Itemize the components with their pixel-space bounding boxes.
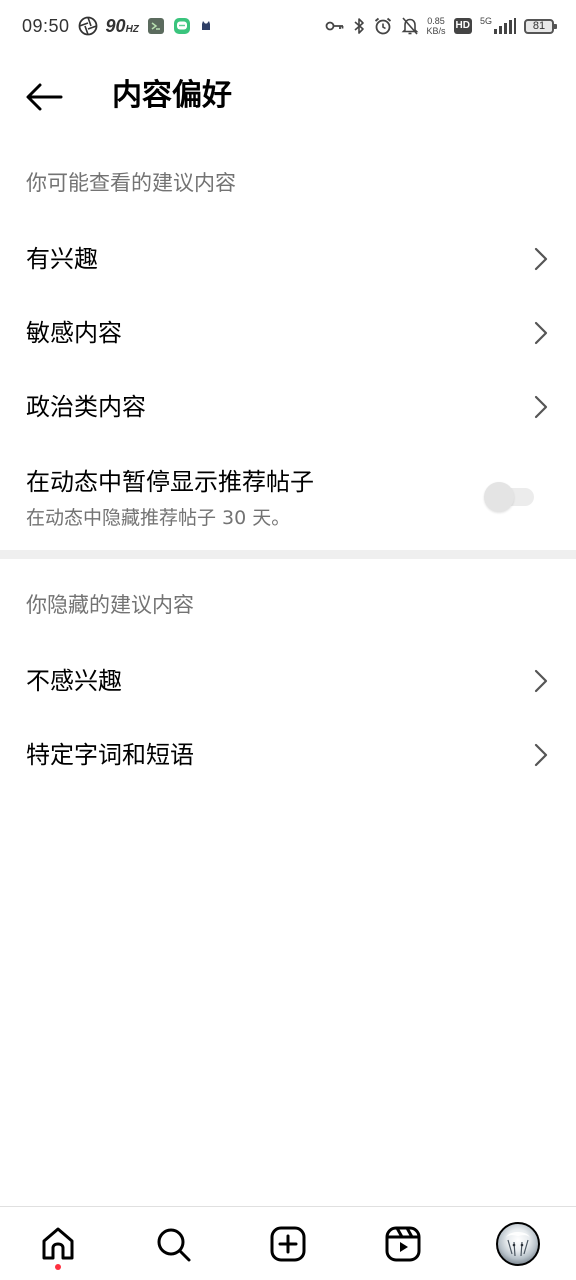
create-post-icon <box>270 1226 306 1261</box>
back-button[interactable] <box>20 74 68 120</box>
pause-suggested-posts-toggle[interactable] <box>484 482 534 512</box>
key-icon <box>325 19 345 33</box>
nav-home[interactable] <box>30 1216 86 1272</box>
game-app-icon <box>147 17 165 35</box>
nav-profile[interactable] <box>490 1216 546 1272</box>
status-bar-right: 0.85 KB/s HD 5G 81 <box>325 16 557 36</box>
section-heading-hidden: 你隐藏的建议内容 <box>26 593 194 617</box>
row-pause-suggested-posts: 在动态中暂停显示推荐帖子 在动态中隐藏推荐帖子 30 天。 <box>0 455 576 545</box>
chevron-right-icon <box>534 247 548 271</box>
hd-badge: HD <box>453 18 472 34</box>
nav-search[interactable] <box>145 1216 201 1272</box>
refresh-rate-value: 90 <box>105 15 126 36</box>
back-arrow-icon <box>26 83 63 111</box>
status-bar-left: 09:50 90HZ <box>22 16 213 37</box>
row-label: 有兴趣 <box>26 245 98 273</box>
avatar-image <box>506 1231 531 1256</box>
row-label: 不感兴趣 <box>26 667 122 695</box>
signal-bars-icon <box>494 18 516 34</box>
refresh-rate-unit: HZ <box>125 23 139 35</box>
bluetooth-icon <box>353 17 365 35</box>
section-divider <box>0 550 576 559</box>
status-bar: 09:50 90HZ 0.85 KB/s HD 5G 81 <box>0 0 576 52</box>
network-speed-value: 0.85 <box>427 16 445 26</box>
profile-avatar <box>496 1221 541 1266</box>
battery-indicator: 81 <box>524 18 557 34</box>
chevron-right-icon <box>534 669 548 693</box>
toggle-title: 在动态中暂停显示推荐帖子 <box>26 468 314 496</box>
row-label: 政治类内容 <box>26 393 146 421</box>
home-icon <box>42 1227 74 1259</box>
page-title: 内容偏好 <box>112 78 232 113</box>
section-heading-suggested: 你可能查看的建议内容 <box>26 171 236 195</box>
network-type: 5G <box>479 16 492 26</box>
chevron-right-icon <box>534 321 548 345</box>
network-speed-unit: KB/s <box>426 26 446 36</box>
alarm-icon <box>373 16 393 36</box>
mute-bell-icon <box>401 16 419 36</box>
toggle-subtitle: 在动态中隐藏推荐帖子 30 天。 <box>26 507 291 529</box>
row-specific-words[interactable]: 特定字词和短语 <box>0 718 576 792</box>
status-time: 09:50 <box>22 15 70 36</box>
reels-icon <box>385 1226 421 1261</box>
page-header: 内容偏好 <box>0 62 576 132</box>
toggle-knob <box>484 482 514 512</box>
cellular-signal: 5G <box>479 16 516 34</box>
row-label: 特定字词和短语 <box>26 741 194 769</box>
refresh-rate: 90HZ <box>106 16 139 37</box>
row-political-content[interactable]: 政治类内容 <box>0 370 576 444</box>
row-label: 敏感内容 <box>26 319 122 347</box>
nav-reels[interactable] <box>375 1216 431 1272</box>
row-interested[interactable]: 有兴趣 <box>0 222 576 296</box>
chevron-right-icon <box>534 395 548 419</box>
search-icon <box>157 1228 191 1261</box>
message-app-icon <box>173 17 191 35</box>
nav-create[interactable] <box>260 1216 316 1272</box>
aperture-icon <box>78 16 98 36</box>
cat-app-icon <box>199 19 213 33</box>
row-not-interested[interactable]: 不感兴趣 <box>0 644 576 718</box>
battery-level: 81 <box>532 20 546 32</box>
notification-dot <box>54 1263 61 1270</box>
row-sensitive-content[interactable]: 敏感内容 <box>0 296 576 370</box>
bottom-nav <box>0 1206 576 1280</box>
network-speed: 0.85 KB/s <box>427 16 446 36</box>
chevron-right-icon <box>534 743 548 767</box>
